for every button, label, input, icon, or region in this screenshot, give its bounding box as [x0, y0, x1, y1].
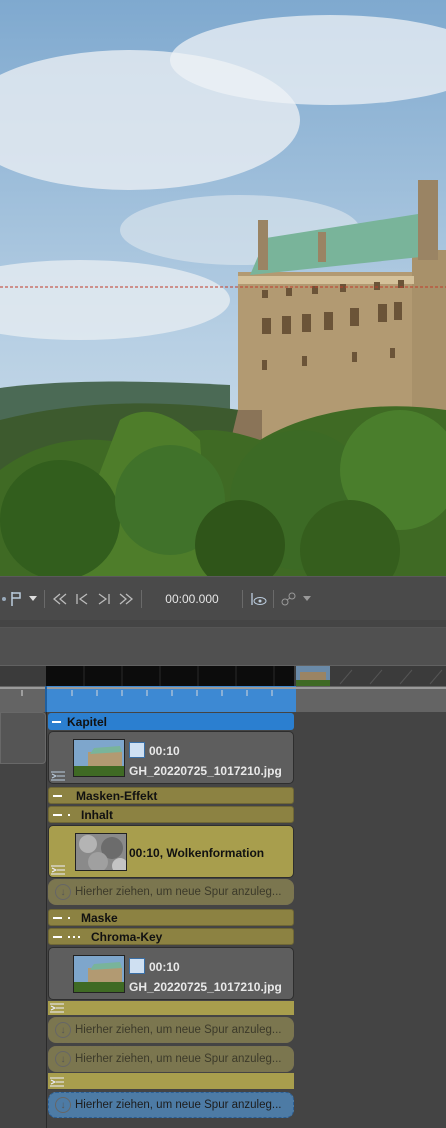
toolbar-divider [242, 589, 243, 608]
dropzone-hint: Hierher ziehen, um neue Spur anzuleg... [75, 1053, 282, 1065]
new-track-dropzone[interactable]: ↓ Hierher ziehen, um neue Spur anzuleg..… [48, 879, 294, 905]
clip-filename: GH_20220725_1017210.jpg [129, 764, 282, 778]
effect-clip[interactable]: 00:10, Wolkenformation [48, 825, 294, 878]
lane-options-icon[interactable] [51, 865, 65, 875]
sub-header-inhalt[interactable]: Inhalt [48, 806, 294, 823]
image-type-icon [129, 958, 145, 974]
lane-options-icon[interactable] [51, 771, 65, 781]
dropzone-hint: Hierher ziehen, um neue Spur anzuleg... [75, 1024, 282, 1036]
prev-frame-icon[interactable] [71, 587, 93, 611]
dropzone-hint: Hierher ziehen, um neue Spur anzuleg... [75, 886, 282, 898]
collapse-icon[interactable] [52, 720, 61, 723]
eye-icon[interactable] [247, 587, 269, 611]
rewind-icon[interactable] [49, 587, 71, 611]
image-clip[interactable]: 00:10 GH_20220725_1017210.jpg [48, 731, 294, 784]
collapse-icon[interactable] [53, 794, 62, 797]
dropzone-hint: Hierher ziehen, um neue Spur anzuleg... [75, 1099, 282, 1111]
drop-arrow-icon: ↓ [55, 1097, 71, 1113]
clip-thumbnail [73, 955, 125, 993]
drop-arrow-icon: ↓ [55, 1022, 71, 1038]
sub-header-maske[interactable]: Maske [48, 909, 294, 926]
effect-header-masken-effekt[interactable]: Masken-Effekt [48, 787, 294, 804]
level-dot-icon [78, 935, 80, 938]
level-dot-icon [68, 935, 70, 938]
effect-lane[interactable] [48, 1001, 294, 1015]
marker-icon[interactable] [8, 587, 26, 611]
new-track-dropzone[interactable]: ↓ Hierher ziehen, um neue Spur anzuleg..… [48, 1092, 294, 1118]
track-header-panel[interactable] [0, 712, 46, 764]
new-track-dropzone[interactable]: ↓ Hierher ziehen, um neue Spur anzuleg..… [48, 1046, 294, 1072]
transport-toolbar: 00:00.000 [0, 576, 446, 620]
collapse-icon[interactable] [53, 935, 62, 938]
new-track-dropzone[interactable]: ↓ Hierher ziehen, um neue Spur anzuleg..… [48, 1017, 294, 1043]
level-dot-icon [68, 813, 70, 816]
clip-duration: 00:10 [149, 960, 180, 974]
effect-lane[interactable] [48, 1073, 294, 1089]
chapter-label: Kapitel [67, 714, 108, 729]
timecode-display[interactable]: 00:00.000 [146, 592, 238, 606]
effects-icon[interactable] [278, 587, 300, 611]
clip-caption: 00:10, Wolkenformation [129, 846, 265, 860]
video-preview [0, 0, 446, 576]
dropdown-icon[interactable] [26, 587, 40, 611]
toolbar-divider [141, 589, 142, 608]
fast-forward-icon[interactable] [115, 587, 137, 611]
chapter-header-kapitel[interactable]: Kapitel [48, 713, 294, 730]
dropdown-icon[interactable] [300, 587, 314, 611]
effect-label: Masken-Effekt [76, 788, 158, 803]
clip-duration: 00:10 [149, 744, 180, 758]
image-clip[interactable]: 00:10 GH_20220725_1017210.jpg [48, 947, 294, 1000]
clip-thumbnail [73, 739, 125, 777]
lane-options-icon[interactable] [50, 1003, 64, 1013]
timeline-ruler[interactable] [0, 686, 446, 712]
sub-track-label: Inhalt [81, 807, 113, 822]
drop-arrow-icon: ↓ [55, 884, 71, 900]
track-divider [46, 712, 47, 1128]
next-frame-icon[interactable] [93, 587, 115, 611]
lane-options-icon[interactable] [50, 1077, 64, 1087]
level-dot-icon [68, 916, 70, 919]
sub-header-chroma-key[interactable]: Chroma-Key [48, 928, 294, 945]
image-type-icon [129, 742, 145, 758]
clip-filename: GH_20220725_1017210.jpg [129, 980, 282, 994]
timeline-toolbar-area [0, 628, 446, 666]
toolbar-divider [44, 589, 45, 608]
timeline-overview-strip[interactable] [0, 666, 446, 686]
clip-thumbnail [75, 833, 127, 871]
level-dot-icon [73, 935, 75, 938]
collapse-icon[interactable] [53, 813, 62, 816]
sub-track-label: Chroma-Key [91, 929, 163, 944]
sub-track-label: Maske [81, 910, 118, 925]
drop-arrow-icon: ↓ [55, 1051, 71, 1067]
marker-dot-icon[interactable] [0, 587, 8, 611]
toolbar-divider [273, 589, 274, 608]
toolbar-spacer [0, 620, 446, 628]
collapse-icon[interactable] [53, 916, 62, 919]
